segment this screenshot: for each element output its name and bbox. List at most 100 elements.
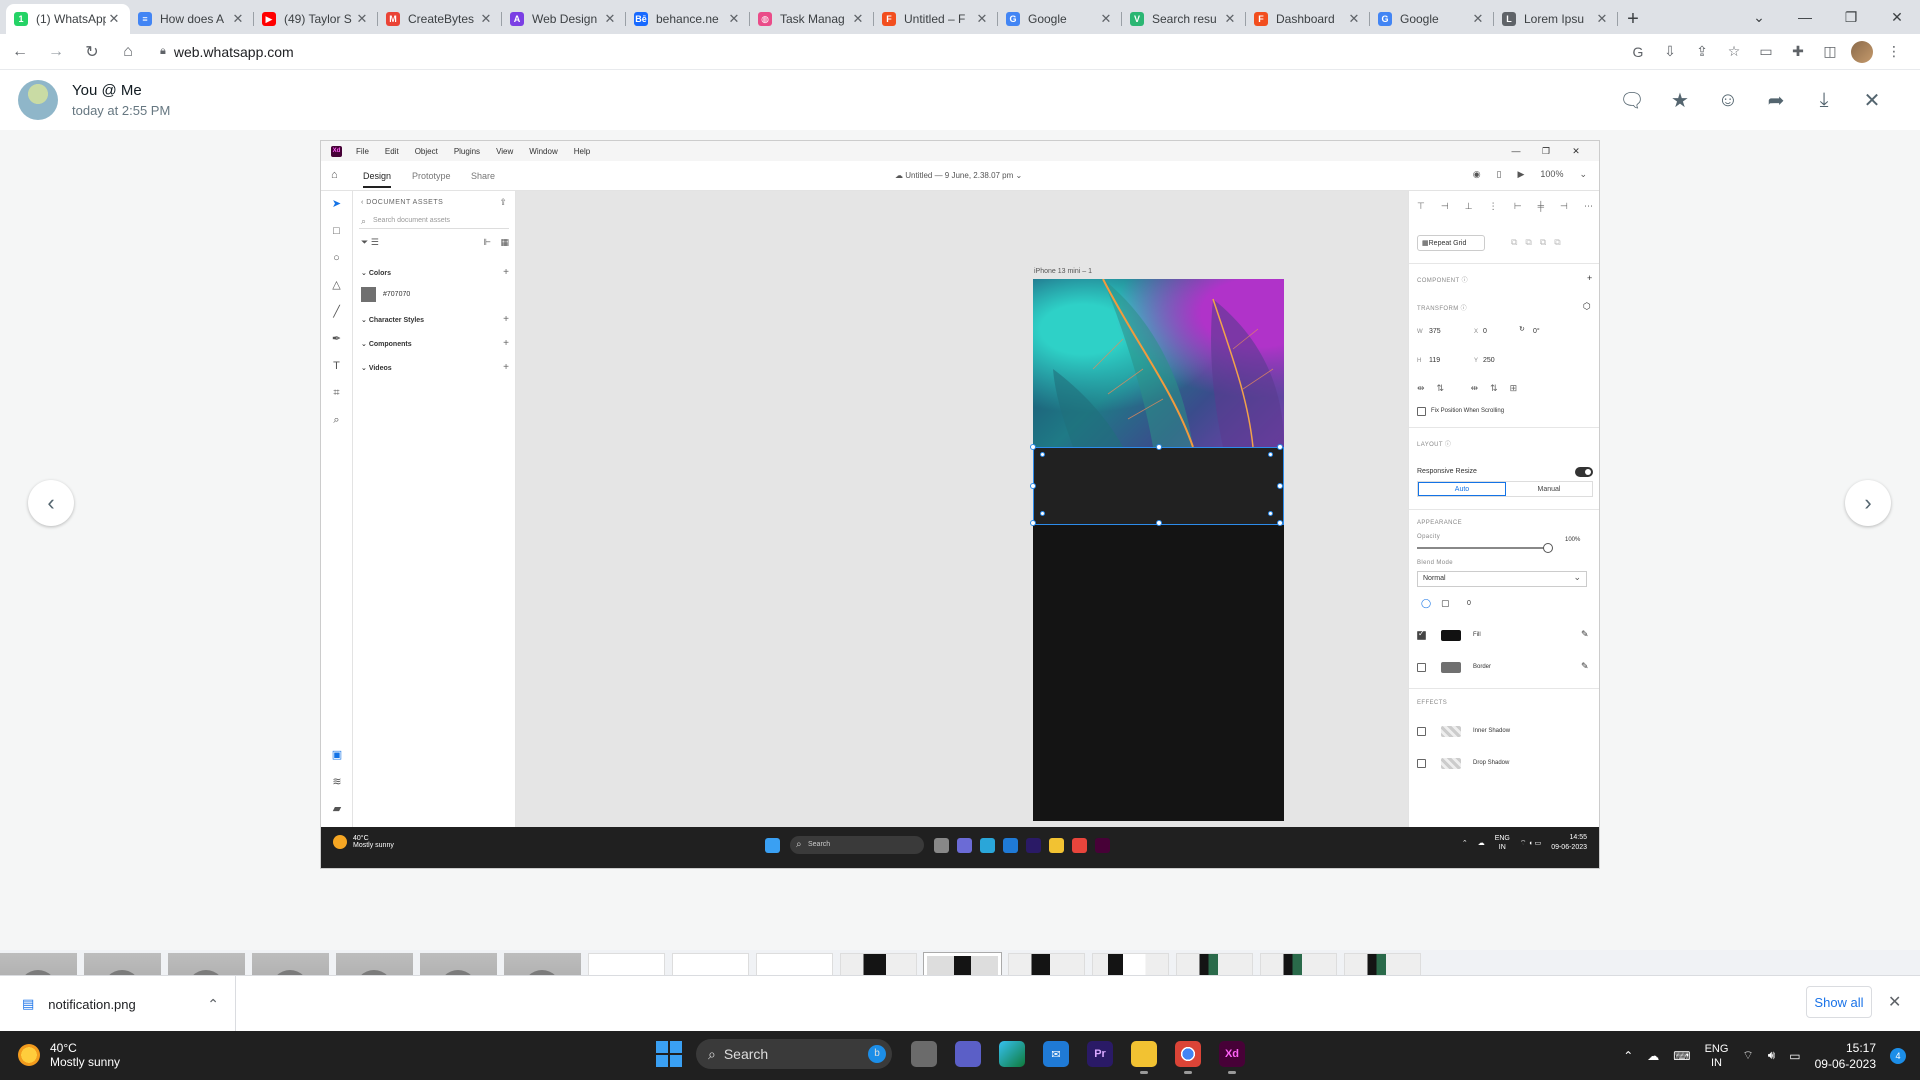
minimize-icon[interactable]: — [1782, 0, 1828, 34]
tab-close-icon[interactable]: ✕ [478, 11, 494, 27]
border-eyedropper-icon[interactable]: ✎ [1581, 661, 1589, 672]
align-center-icon[interactable]: ╪ [1538, 201, 1544, 212]
border-color-swatch[interactable] [1441, 662, 1461, 673]
xd-close-icon[interactable]: ✕ [1561, 146, 1591, 157]
tab-close-icon[interactable]: ✕ [230, 11, 246, 27]
corner-radius-handle[interactable] [1040, 452, 1045, 457]
download-icon[interactable]: ⤓ [1800, 89, 1848, 112]
height-field[interactable]: 119 [1429, 357, 1440, 364]
fill-eyedropper-icon[interactable]: ✎ [1581, 629, 1589, 640]
assets-panel-icon[interactable]: ▣ [321, 742, 353, 769]
next-media-button[interactable]: › [1845, 480, 1891, 526]
tab-close-icon[interactable]: ✕ [850, 11, 866, 27]
tab-search-results[interactable]: V Search resu ✕ [1122, 4, 1246, 34]
tab-dashboard[interactable]: F Dashboard ✕ [1246, 4, 1370, 34]
onedrive-cloud-icon[interactable]: ☁ [1647, 1049, 1659, 1063]
color-asset-row[interactable]: #707070 [361, 287, 410, 302]
zoom-tool-icon[interactable]: ⌕ [321, 407, 352, 434]
back-icon[interactable]: ← [4, 36, 36, 68]
selection-bounding-box[interactable] [1030, 444, 1284, 526]
extensions-puzzle-icon[interactable]: ✚ [1782, 36, 1814, 68]
plugins-panel-icon[interactable]: ▰ [321, 796, 353, 823]
xd-collaborator-icon[interactable]: ◉ [1473, 169, 1481, 180]
taskbar-search[interactable]: ⌕ Search b [696, 1039, 892, 1069]
width-field[interactable]: 375 [1429, 328, 1441, 335]
tab-gmail[interactable]: M CreateBytes ✕ [378, 4, 502, 34]
clock[interactable]: 15:17 09-06-2023 [1815, 1040, 1876, 1072]
align-middle-icon[interactable]: ⊣ [1441, 201, 1449, 212]
align-left-icon[interactable]: ⊢ [1514, 201, 1522, 212]
add-character-style-icon[interactable]: + [503, 314, 509, 325]
install-app-icon[interactable]: ⇩ [1654, 36, 1686, 68]
add-component-icon[interactable]: + [503, 338, 509, 349]
teams-chat-icon[interactable] [955, 1041, 981, 1067]
opacity-slider-handle[interactable] [1543, 543, 1553, 553]
resize-handle[interactable] [1030, 444, 1036, 450]
boolean-ops-icons[interactable]: ⧉⧉⧉⧉ [1511, 237, 1569, 248]
xd-menu-window[interactable]: Window [529, 147, 557, 156]
tab-close-icon[interactable]: ✕ [1470, 11, 1486, 27]
drop-shadow-swatch[interactable] [1441, 758, 1461, 769]
tab-whatsapp[interactable]: 1 (1) WhatsApp ✕ [6, 4, 130, 34]
chevron-up-icon[interactable]: ⌃ [207, 996, 219, 1013]
opacity-value[interactable]: 100% [1565, 537, 1580, 543]
inner-shadow-swatch[interactable] [1441, 726, 1461, 737]
resize-manual-option[interactable]: Manual [1506, 482, 1592, 496]
reload-icon[interactable]: ↻ [76, 36, 108, 68]
xd-restore-icon[interactable]: ❐ [1531, 146, 1561, 157]
resize-handle[interactable] [1156, 444, 1162, 450]
tab-behance[interactable]: Bē behance.ne ✕ [626, 4, 750, 34]
ellipse-tool-icon[interactable]: ○ [321, 245, 352, 272]
google-lens-icon[interactable]: G [1622, 36, 1654, 68]
xd-menu-plugins[interactable]: Plugins [454, 147, 480, 156]
wifi-icon[interactable]: ⌔ [1742, 1048, 1753, 1063]
assets-search-input[interactable]: Search document assets [359, 213, 509, 229]
fix-position-checkbox[interactable] [1417, 407, 1426, 416]
line-tool-icon[interactable]: ╱ [321, 299, 352, 326]
xd-menu-view[interactable]: View [496, 147, 513, 156]
task-view-icon[interactable] [911, 1041, 937, 1067]
responsive-resize-toggle[interactable] [1575, 467, 1593, 477]
new-tab-button[interactable]: + [1618, 4, 1648, 34]
lock-icon[interactable]: 🔒︎ [160, 45, 166, 58]
close-download-shelf-icon[interactable]: ✕ [1888, 992, 1901, 1012]
sender-avatar[interactable] [18, 80, 58, 120]
tab-close-icon[interactable]: ✕ [1222, 11, 1238, 27]
weather-widget[interactable]: 40°C Mostly sunny [18, 1041, 120, 1069]
assets-section-colors[interactable]: ⌄ Colors + [361, 267, 509, 278]
previous-media-button[interactable]: ‹ [28, 480, 74, 526]
xd-menu-file[interactable]: File [356, 147, 369, 156]
leaf-hero-image[interactable] [1033, 279, 1284, 447]
tab-figma-untitled[interactable]: F Untitled – F ✕ [874, 4, 998, 34]
bookmark-star-icon[interactable]: ☆ [1718, 36, 1750, 68]
text-tool-icon[interactable]: T [321, 353, 352, 380]
xd-canvas[interactable]: iPhone 13 mini – 1 [516, 191, 1408, 827]
align-right-icon[interactable]: ⊣ [1560, 201, 1568, 212]
tab-docs[interactable]: ≡ How does A ✕ [130, 4, 254, 34]
xd-zoom-chevron-icon[interactable]: ⌄ [1579, 169, 1587, 180]
select-tool-icon[interactable]: ➤ [321, 191, 352, 218]
drop-shadow-checkbox[interactable] [1417, 759, 1426, 768]
flip-and-distribute-icons[interactable]: ⇹⇅ ⇹⇅⊞ [1417, 383, 1529, 394]
tab-web-design[interactable]: A Web Design ✕ [502, 4, 626, 34]
corner-radius-handle[interactable] [1268, 452, 1273, 457]
xd-menu-edit[interactable]: Edit [385, 147, 399, 156]
responsive-3d-icon[interactable]: ⬡ [1583, 301, 1591, 312]
menu-dots-icon[interactable]: ⋮ [1878, 36, 1910, 68]
resize-handle[interactable] [1156, 520, 1162, 526]
x-field[interactable]: 0 [1483, 328, 1487, 335]
show-all-button[interactable]: Show all [1806, 986, 1872, 1018]
assets-section-components[interactable]: ⌄ Components + [361, 338, 509, 349]
grid-view-icon[interactable]: ▦ [500, 237, 509, 248]
filter-icon[interactable]: ⏷ [361, 237, 368, 247]
tab-close-icon[interactable]: ✕ [1098, 11, 1114, 27]
xd-tab-share[interactable]: Share [471, 171, 495, 181]
blend-mode-dropdown[interactable]: Normal [1417, 570, 1587, 587]
cast-icon[interactable]: ▭ [1750, 36, 1782, 68]
tab-youtube[interactable]: ▶ (49) Taylor S ✕ [254, 4, 378, 34]
tab-close-icon[interactable]: ✕ [974, 11, 990, 27]
artboard-tool-icon[interactable]: ⌗ [321, 380, 352, 407]
fill-checkbox[interactable] [1417, 629, 1426, 640]
layers-panel-icon[interactable]: ≋ [321, 769, 353, 796]
corner-radius-all-icon[interactable]: ◯ [1421, 598, 1431, 609]
